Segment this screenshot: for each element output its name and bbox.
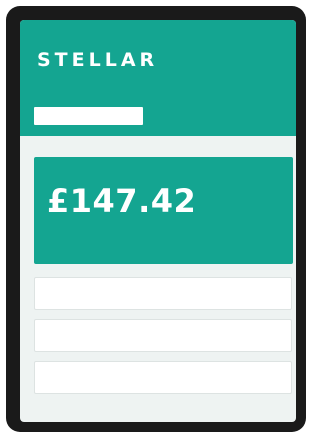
app-header: STELLAR xyxy=(20,20,296,136)
list-item[interactable] xyxy=(34,319,292,352)
list-item[interactable] xyxy=(34,277,292,310)
balance-card[interactable]: £147.42 xyxy=(34,157,293,264)
app-screen: STELLAR £147.42 xyxy=(20,20,296,422)
item-list xyxy=(34,277,292,403)
list-item[interactable] xyxy=(34,361,292,394)
device-frame: STELLAR £147.42 xyxy=(6,6,306,432)
header-placeholder-bar xyxy=(34,107,143,125)
balance-amount: £147.42 xyxy=(47,182,197,220)
brand-logo: STELLAR xyxy=(37,49,159,71)
